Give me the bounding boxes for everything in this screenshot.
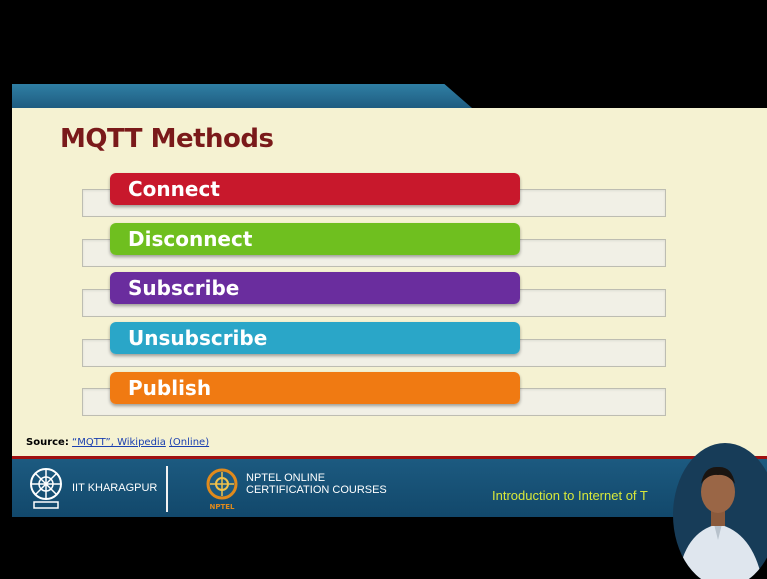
nptel-badge-text: NPTEL bbox=[209, 503, 235, 511]
institute-name: IIT KHARAGPUR bbox=[72, 482, 158, 494]
header-accent bbox=[12, 84, 472, 108]
bottom-letterbox bbox=[0, 517, 767, 579]
top-letterbox bbox=[0, 0, 767, 84]
nptel-line-1: NPTEL ONLINE bbox=[246, 472, 326, 484]
method-unsubscribe: Unsubscribe bbox=[110, 322, 520, 354]
method-subscribe: Subscribe bbox=[110, 272, 520, 304]
source-citation: Source: “MQTT”, Wikipedia (Online) bbox=[26, 437, 209, 448]
nptel-title: NPTEL ONLINE CERTIFICATION COURSES bbox=[246, 472, 387, 496]
source-link-online[interactable]: (Online) bbox=[169, 437, 209, 448]
source-label: Source: bbox=[26, 437, 69, 448]
source-link-wikipedia[interactable]: “MQTT”, Wikipedia bbox=[72, 437, 166, 448]
nptel-line-2: CERTIFICATION COURSES bbox=[246, 484, 387, 496]
footer-separator bbox=[166, 466, 168, 512]
iit-kharagpur-logo-icon bbox=[30, 468, 62, 509]
course-title: Introduction to Internet of T bbox=[492, 488, 648, 503]
method-publish: Publish bbox=[110, 372, 520, 404]
method-disconnect: Disconnect bbox=[110, 223, 520, 255]
nptel-logo-icon: NPTEL bbox=[206, 468, 238, 511]
slide-title: MQTT Methods bbox=[60, 124, 274, 154]
method-connect: Connect bbox=[110, 173, 520, 205]
presenter-video-overlay bbox=[673, 443, 767, 579]
